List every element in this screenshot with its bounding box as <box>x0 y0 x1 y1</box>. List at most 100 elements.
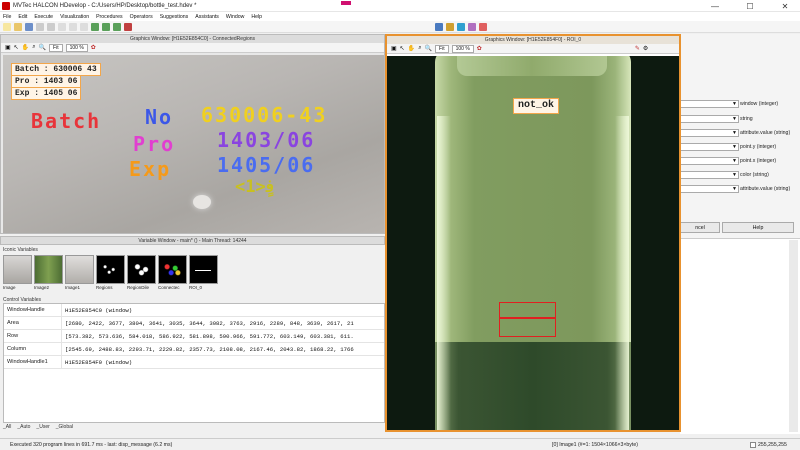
inspect-icon[interactable] <box>479 22 487 31</box>
roi-rectangle-upper[interactable] <box>499 302 556 318</box>
gw1-canvas[interactable]: Batch : 630006 43 Pro : 1403 06 Exp : 14… <box>3 55 384 233</box>
param-type-7: attribute.value (string) <box>740 186 791 192</box>
menu-procedures[interactable]: Procedures <box>96 14 123 20</box>
undo-icon[interactable] <box>36 22 44 31</box>
stop-icon[interactable] <box>124 22 132 31</box>
cancel-button[interactable]: ncel <box>680 222 720 233</box>
param-combo-3[interactable]: ▼ <box>680 129 739 137</box>
menu-assistants[interactable]: Assistants <box>195 14 219 20</box>
program-listing-panel <box>680 238 800 434</box>
region-exp: Exp <box>129 157 172 181</box>
cut-icon[interactable] <box>58 22 66 31</box>
tab-auto[interactable]: _Auto <box>17 424 30 433</box>
thumb-connectedregions[interactable]: Connectec <box>158 255 187 295</box>
menu-file[interactable]: File <box>3 14 11 20</box>
region-extra-symbols: <1>ف‍‍‍‍ٍ <box>235 177 276 197</box>
reflection-spot <box>193 195 211 209</box>
graphics-window-icon[interactable] <box>435 22 443 31</box>
table-row[interactable]: Area [2680, 2422, 3677, 3804, 3641, 3035… <box>4 316 384 330</box>
gw2-toolbar: ▣ ↖ ✋ ⌕ 🔍 Fit 100 % ✿ ✎ ⚙ <box>387 44 679 54</box>
param-combo-6[interactable]: ▼ <box>680 171 739 179</box>
menu-window[interactable]: Window <box>226 14 244 20</box>
param-type-4: point.y (integer) <box>740 144 777 150</box>
gw1-magnify-icon[interactable]: 🔍 <box>39 44 46 51</box>
program-window-icon[interactable] <box>446 22 454 31</box>
param-combo-2[interactable]: ▼ <box>680 115 739 123</box>
table-row[interactable]: WindowHandle H1E52E854C0 (window) <box>4 304 384 317</box>
menu-suggestions[interactable]: Suggestions <box>160 14 189 20</box>
gw2-zoom-icon[interactable]: ⌕ <box>418 45 421 52</box>
pixel-color-swatch <box>750 442 756 448</box>
gw2-color-icon[interactable]: ✿ <box>477 45 482 52</box>
gw1-title: Graphics Window: [H1E52E854C0] - Connect… <box>1 35 384 43</box>
variable-tabs: _All _Auto _User _Global <box>3 424 79 433</box>
variable-window-title: Variable Window - main* () - Main Thread… <box>0 236 385 245</box>
menu-operators[interactable]: Operators <box>130 14 153 20</box>
tab-global[interactable]: _Global <box>56 424 73 433</box>
copy-icon[interactable] <box>69 22 77 31</box>
param-combo-4[interactable]: ▼ <box>680 143 739 151</box>
status-message: Executed 320 program lines in 691.7 ms -… <box>10 441 173 448</box>
region-no: No <box>145 105 174 129</box>
minimize-button[interactable]: — <box>700 0 730 12</box>
thumb-regiondilation[interactable]: RegionDile <box>127 255 156 295</box>
param-combo-7[interactable]: ▼ <box>680 185 739 193</box>
gw2-canvas[interactable]: not_ok <box>387 56 679 430</box>
menu-help[interactable]: Help <box>251 14 262 20</box>
menu-execute[interactable]: Execute <box>34 14 53 20</box>
table-row[interactable]: Row [573.382, 573.636, 584.018, 586.922,… <box>4 329 384 343</box>
save-icon[interactable] <box>25 22 33 31</box>
tab-user[interactable]: _User <box>36 424 49 433</box>
result-label: not_ok <box>513 98 560 114</box>
gw1-save-icon[interactable]: ▣ <box>5 44 11 51</box>
roi-rectangle-lower[interactable] <box>499 318 556 337</box>
thumb-image2[interactable]: Image2 <box>34 255 63 295</box>
window-title: MVTec HALCON HDevelop - C:/Users/HP/Desk… <box>13 2 197 9</box>
tab-all[interactable]: _All <box>3 424 11 433</box>
gw1-color-icon[interactable]: ✿ <box>91 44 96 51</box>
thumb-image[interactable]: Image <box>3 255 32 295</box>
gw2-save-icon[interactable]: ▣ <box>391 45 397 52</box>
table-row[interactable]: Column [2545.69, 2488.83, 2293.71, 2229.… <box>4 342 384 356</box>
new-file-icon[interactable] <box>3 22 11 31</box>
gw1-pointer-icon[interactable]: ↖ <box>14 44 19 51</box>
thumb-image1[interactable]: Image1 <box>65 255 94 295</box>
menu-visualization[interactable]: Visualization <box>60 14 89 20</box>
thumb-regions[interactable]: Regions <box>96 255 125 295</box>
status-pixel-value: 255,255,255 <box>758 441 787 448</box>
gw1-pan-icon[interactable]: ✋ <box>22 44 29 51</box>
region-pro: Pro <box>133 132 176 156</box>
close-button[interactable]: ✕ <box>770 0 800 12</box>
step-over-icon[interactable] <box>102 22 110 31</box>
gw2-magnify-icon[interactable]: 🔍 <box>425 45 432 52</box>
gw2-pan-icon[interactable]: ✋ <box>408 45 415 52</box>
gw1-zoom-icon[interactable]: ⌕ <box>32 44 35 51</box>
open-folder-icon[interactable] <box>14 22 22 31</box>
gw2-pin-icon[interactable]: ⚙ <box>643 45 648 52</box>
gw2-pointer-icon[interactable]: ↖ <box>400 45 405 52</box>
help-button[interactable]: Help <box>722 222 794 233</box>
gw2-fit-combo[interactable]: Fit <box>435 44 449 53</box>
maximize-button[interactable]: ☐ <box>735 0 765 12</box>
gw2-title: Graphics Window: [H1E52E854F0] - ROI_0 <box>387 36 679 44</box>
gw2-settings-icon[interactable]: ✎ <box>635 45 640 52</box>
param-type-2: string <box>740 116 753 122</box>
param-combo-5[interactable]: ▼ <box>680 157 739 165</box>
region-batch-number: 630006-43 <box>201 103 328 127</box>
right-scrollbar[interactable] <box>789 240 798 432</box>
menu-edit[interactable]: Edit <box>18 14 27 20</box>
gw1-zoom-combo[interactable]: 100 % <box>65 43 88 52</box>
redo-icon[interactable] <box>47 22 55 31</box>
gw2-zoom-combo[interactable]: 100 % <box>451 44 474 53</box>
variable-window-icon[interactable] <box>457 22 465 31</box>
table-row[interactable]: WindowHandle1 H1E52E854F0 (window) <box>4 355 384 369</box>
run-icon[interactable] <box>91 22 99 31</box>
param-type-3: attribute.value (string) <box>740 130 791 136</box>
thumb-roi0[interactable]: ROI_0 <box>189 255 218 295</box>
gw1-toolbar: ▣ ↖ ✋ ⌕ 🔍 Fit 100 % ✿ <box>1 43 384 53</box>
paste-icon[interactable] <box>80 22 88 31</box>
operator-window-icon[interactable] <box>468 22 476 31</box>
param-combo-1[interactable]: ▼ <box>680 100 739 108</box>
step-into-icon[interactable] <box>113 22 121 31</box>
gw1-fit-combo[interactable]: Fit <box>49 43 63 52</box>
